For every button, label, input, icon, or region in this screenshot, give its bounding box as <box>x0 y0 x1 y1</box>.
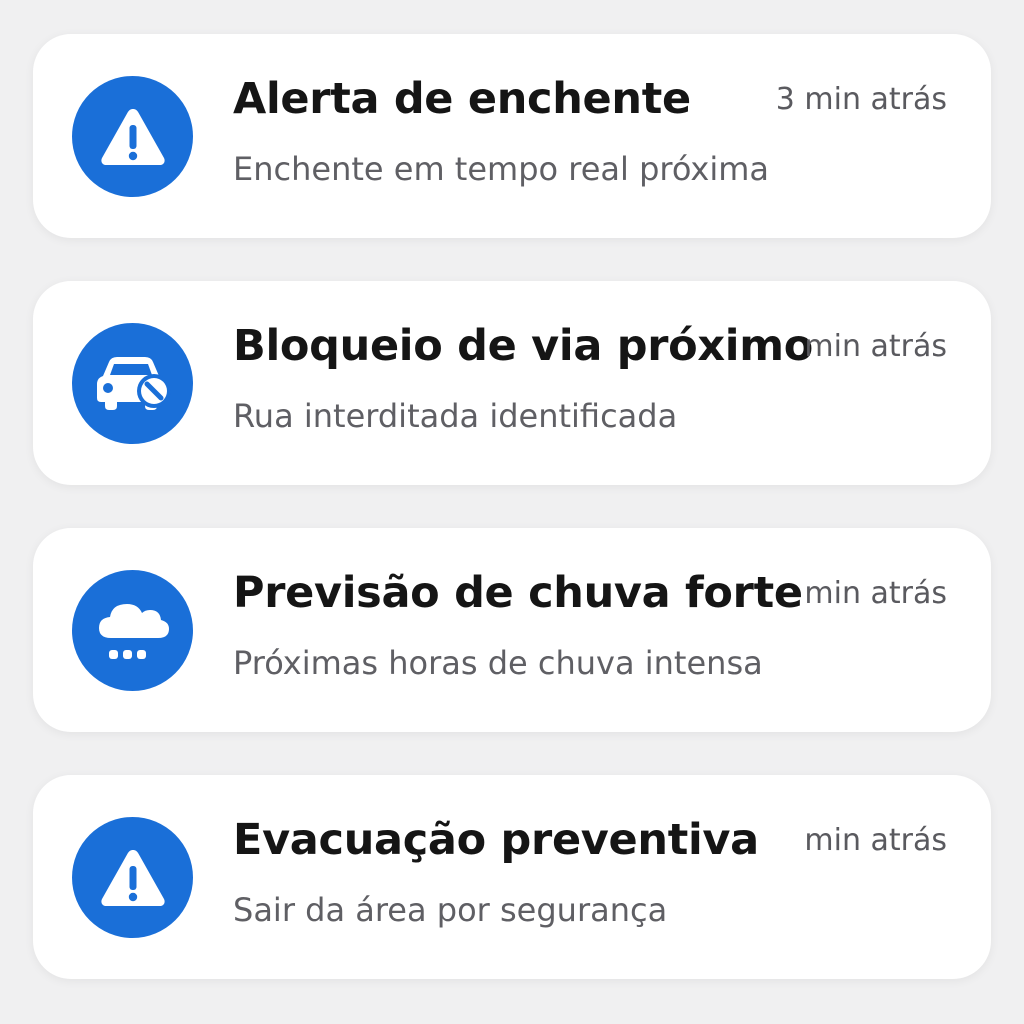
notification-time: min atrás <box>804 576 947 611</box>
notification-title: Previsão de chuva forte <box>233 568 803 618</box>
notification-title: Evacuação preventiva <box>233 815 759 865</box>
rain-cloud-icon <box>72 570 193 691</box>
warning-triangle-icon <box>72 76 193 197</box>
notification-subtitle: Rua interditada identificada <box>233 397 678 435</box>
notification-subtitle: Enchente em tempo real próxima <box>233 150 770 188</box>
notification-card-heavy-rain[interactable]: Previsão de chuva forte min atrás Próxim… <box>33 528 991 732</box>
notification-card-evacuation[interactable]: Evacuação preventiva min atrás Sair da á… <box>33 775 991 979</box>
notification-subtitle: Próximas horas de chuva intensa <box>233 644 763 682</box>
notification-time: min atrás <box>804 823 947 858</box>
car-blocked-icon <box>72 323 193 444</box>
notification-card-road-block[interactable]: Bloqueio de via próximo min atrás Rua in… <box>33 281 991 485</box>
notification-list: Alerta de enchente 3 min atrás Enchente … <box>33 34 991 979</box>
notification-title: Alerta de enchente <box>233 74 691 124</box>
warning-triangle-icon <box>72 817 193 938</box>
notification-card-flood-alert[interactable]: Alerta de enchente 3 min atrás Enchente … <box>33 34 991 238</box>
notification-time: 3 min atrás <box>775 82 947 117</box>
notification-subtitle: Sair da área por segurança <box>233 891 668 929</box>
notification-title: Bloqueio de via próximo <box>233 321 813 371</box>
notification-time: min atrás <box>804 329 947 364</box>
